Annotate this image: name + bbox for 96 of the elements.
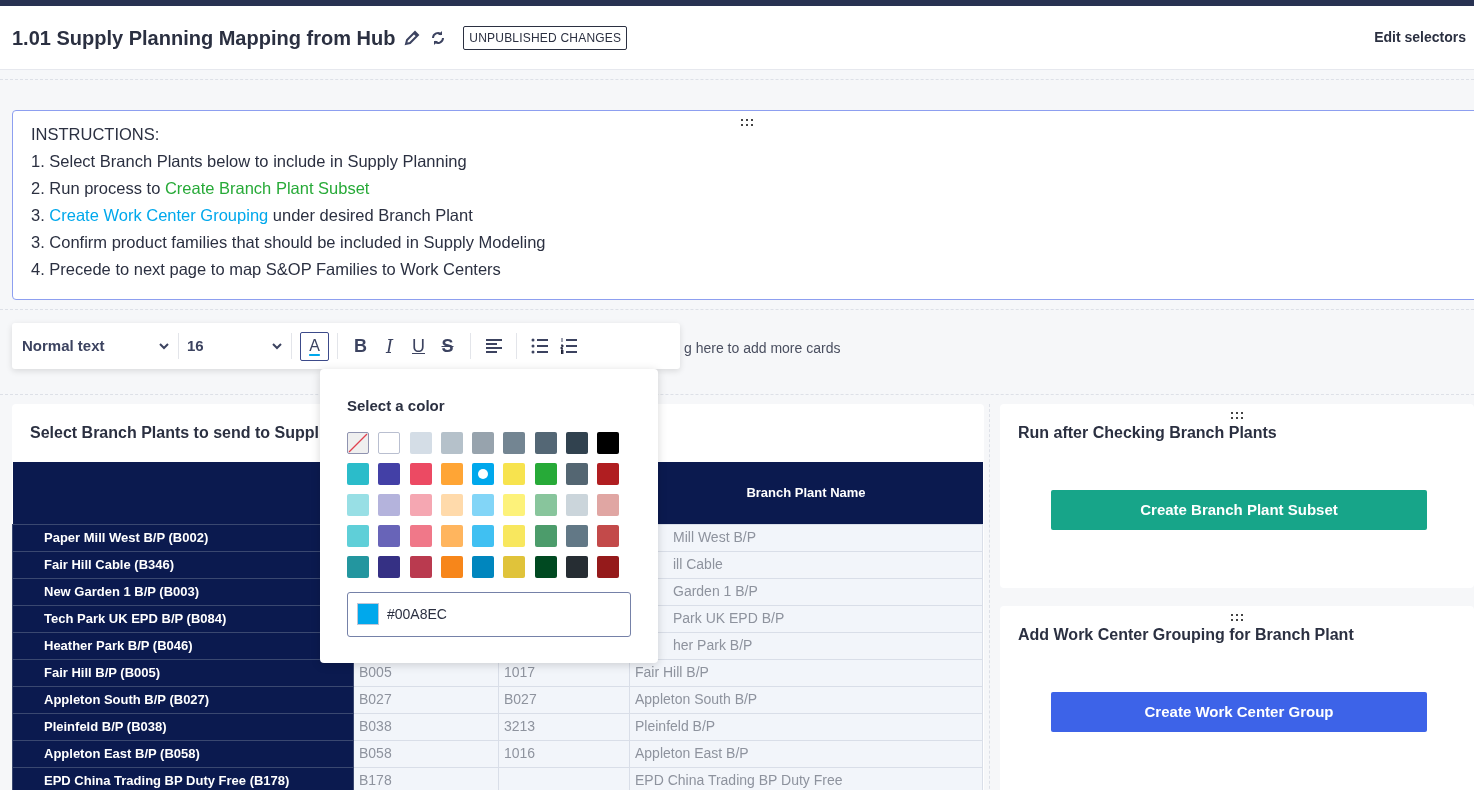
drag-handle-icon[interactable] (1231, 614, 1243, 621)
color-swatch[interactable] (378, 493, 401, 516)
underline-button[interactable]: U (404, 331, 433, 361)
color-swatch[interactable] (534, 524, 557, 547)
action-button[interactable]: Create Work Center Group (1051, 692, 1427, 732)
strikethrough-button[interactable]: S (433, 331, 462, 361)
table-cell: B027 (498, 686, 630, 713)
color-swatch[interactable] (440, 524, 463, 547)
bold-button[interactable]: B (346, 331, 375, 361)
instruction-text: 3. (31, 206, 46, 224)
color-swatch[interactable] (597, 431, 620, 454)
row-label: Pleinfeld B/P (B038) (12, 713, 354, 740)
font-size-dropdown[interactable]: 16 (187, 334, 204, 358)
row-label: EPD China Trading BP Duty Free (B178) (12, 767, 354, 790)
color-swatch[interactable] (472, 555, 495, 578)
color-swatch[interactable] (440, 431, 463, 454)
instruction-text: 2. Run process to (31, 179, 162, 197)
popover-title: Select a color (347, 396, 446, 416)
color-swatch[interactable] (534, 462, 557, 485)
align-left-icon[interactable] (484, 338, 503, 354)
color-swatch[interactable] (534, 431, 557, 454)
bullet-list-icon[interactable] (530, 338, 549, 354)
table-cell: B027 (353, 686, 499, 713)
row-label: Appleton South B/P (B027) (12, 686, 354, 713)
color-swatch[interactable] (566, 462, 589, 485)
color-swatch[interactable] (472, 431, 495, 454)
card-title: Run after Checking Branch Plants (1018, 424, 1277, 441)
color-swatch[interactable] (503, 431, 526, 454)
instruction-text: under desired Branch Plant (271, 206, 473, 224)
chevron-down-icon[interactable] (158, 342, 170, 350)
drag-handle-icon[interactable] (1231, 412, 1243, 419)
color-swatch[interactable] (534, 555, 557, 578)
table-cell: Fair Hill B/P (629, 659, 983, 686)
status-badge: UNPUBLISHED CHANGES (463, 25, 628, 50)
table-cell: B038 (353, 713, 499, 740)
color-swatch[interactable] (409, 462, 432, 485)
hex-color-field[interactable]: #00A8EC (347, 591, 631, 637)
color-swatch[interactable] (503, 555, 526, 578)
color-swatch[interactable] (597, 493, 620, 516)
table-cell: Appleton South B/P (629, 686, 983, 713)
color-swatch[interactable] (440, 493, 463, 516)
chevron-down-icon[interactable] (271, 342, 283, 350)
table-cell: Pleinfeld B/P (629, 713, 983, 740)
table-cell: Appleton East B/P (629, 740, 983, 767)
color-swatch[interactable] (566, 524, 589, 547)
row-label: Appleton East B/P (B058) (12, 740, 354, 767)
drag-handle-icon[interactable] (741, 119, 753, 126)
color-swatch[interactable] (347, 462, 369, 485)
color-swatch[interactable] (409, 555, 432, 578)
text-style-dropdown[interactable]: Normal text (22, 334, 105, 358)
color-swatch[interactable] (440, 462, 463, 485)
color-swatch[interactable] (409, 524, 432, 547)
color-swatch[interactable] (378, 555, 401, 578)
color-swatch[interactable] (503, 493, 526, 516)
color-swatch[interactable] (566, 431, 589, 454)
drop-hint: g here to add more cards (684, 339, 841, 358)
color-swatch[interactable] (472, 493, 495, 516)
instruction-line: 1. Select Branch Plants below to include in Supply Planning (31, 151, 467, 172)
italic-button[interactable]: I (375, 331, 404, 361)
color-swatch[interactable] (347, 493, 369, 516)
instruction-line: 3. Confirm product families that should be included in Supply Modeling (31, 232, 546, 253)
color-swatch[interactable] (597, 555, 620, 578)
color-swatch[interactable] (566, 493, 589, 516)
color-swatch[interactable] (597, 524, 620, 547)
instruction-line: 4. Precede to next page to map S&OP Families to Work Centers (31, 259, 501, 280)
table-cell: EPD China Trading BP Duty Free (629, 767, 983, 790)
table-cell: 1016 (498, 740, 630, 767)
color-swatch[interactable] (378, 462, 401, 485)
color-swatch[interactable] (472, 524, 495, 547)
color-preview-swatch (357, 602, 379, 625)
page-title: 1.01 Supply Planning Mapping from Hub (12, 25, 396, 51)
row-label: Fair Hill B/P (B005) (12, 659, 354, 686)
instruction-line: INSTRUCTIONS: (31, 124, 160, 145)
pencil-icon[interactable] (403, 28, 422, 47)
color-swatch[interactable] (378, 431, 401, 454)
color-swatch[interactable] (472, 462, 495, 485)
edit-selectors-link[interactable]: Edit selectors (1374, 27, 1466, 48)
color-swatch[interactable] (347, 524, 369, 547)
color-swatch[interactable] (503, 524, 526, 547)
card-title: Add Work Center Grouping for Branch Plant (1018, 626, 1354, 643)
table-cell: B058 (353, 740, 499, 767)
table-cell: B178 (353, 767, 499, 790)
color-swatch[interactable] (566, 555, 589, 578)
color-swatch[interactable] (409, 493, 432, 516)
color-swatch[interactable] (378, 524, 401, 547)
card-title: Select Branch Plants to send to Suppl (30, 424, 319, 441)
color-swatch[interactable] (440, 555, 463, 578)
color-swatch[interactable] (534, 493, 557, 516)
table-cell: 3213 (498, 713, 630, 740)
color-swatch[interactable] (409, 431, 432, 454)
color-swatch[interactable] (503, 462, 526, 485)
color-swatch[interactable] (597, 462, 620, 485)
no-color-swatch[interactable] (347, 431, 369, 454)
color-swatch[interactable] (347, 555, 369, 578)
numbered-list-icon[interactable] (559, 338, 578, 354)
text-color-button[interactable]: A (300, 331, 329, 361)
